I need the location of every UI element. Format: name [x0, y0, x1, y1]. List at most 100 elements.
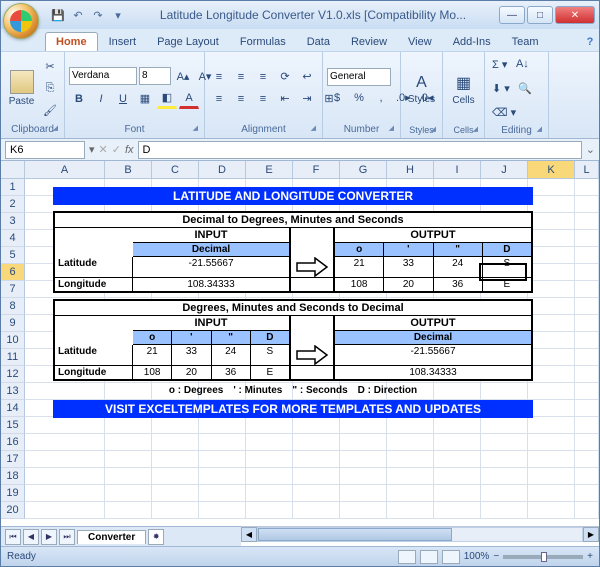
row-8[interactable]: 8: [1, 298, 25, 315]
align-bottom-icon[interactable]: ≡: [253, 67, 273, 87]
tab-view[interactable]: View: [398, 33, 442, 51]
tab-review[interactable]: Review: [341, 33, 397, 51]
col-C[interactable]: C: [152, 161, 199, 179]
row-5[interactable]: 5: [1, 247, 25, 264]
col-E[interactable]: E: [246, 161, 293, 179]
save-icon[interactable]: 💾: [49, 6, 67, 24]
row-6[interactable]: 6: [1, 264, 25, 281]
currency-icon[interactable]: $: [327, 88, 347, 108]
zoom-level[interactable]: 100%: [464, 551, 490, 562]
zoom-out-icon[interactable]: −: [493, 551, 499, 562]
col-A[interactable]: A: [25, 161, 105, 179]
col-J[interactable]: J: [481, 161, 528, 179]
row-20[interactable]: 20: [1, 502, 25, 519]
indent-left-icon[interactable]: ⇤: [275, 89, 295, 109]
b2-lon-input[interactable]: 108 20 36 E: [133, 366, 291, 379]
sheet-tab-converter[interactable]: Converter: [77, 530, 146, 544]
tab-page-layout[interactable]: Page Layout: [147, 33, 229, 51]
tab-data[interactable]: Data: [297, 33, 340, 51]
col-B[interactable]: B: [105, 161, 152, 179]
indent-right-icon[interactable]: ⇥: [297, 89, 317, 109]
new-sheet-icon[interactable]: ✸: [148, 529, 164, 545]
font-size-combo[interactable]: 8: [139, 67, 171, 85]
formula-bar[interactable]: [138, 141, 582, 159]
fx-icon[interactable]: fx: [125, 144, 134, 156]
tab-addins[interactable]: Add-Ins: [443, 33, 501, 51]
prev-sheet-icon[interactable]: ◀: [23, 529, 39, 545]
first-sheet-icon[interactable]: ⏮: [5, 529, 21, 545]
italic-button[interactable]: I: [91, 89, 111, 109]
row-1[interactable]: 1: [1, 179, 25, 196]
b2-lat-input[interactable]: 21 33 24 S: [133, 345, 291, 365]
scroll-right-icon[interactable]: ▶: [583, 527, 599, 542]
minimize-button[interactable]: —: [499, 6, 525, 24]
b1-lat-input[interactable]: -21.55667: [133, 257, 291, 277]
row-3[interactable]: 3: [1, 213, 25, 230]
help-icon[interactable]: ?: [581, 33, 599, 51]
paste-button[interactable]: Paste: [5, 59, 38, 119]
row-18[interactable]: 18: [1, 468, 25, 485]
last-sheet-icon[interactable]: ⏭: [59, 529, 75, 545]
tab-home[interactable]: Home: [45, 32, 98, 51]
next-sheet-icon[interactable]: ▶: [41, 529, 57, 545]
row-2[interactable]: 2: [1, 196, 25, 213]
row-4[interactable]: 4: [1, 230, 25, 247]
view-layout-icon[interactable]: [420, 550, 438, 564]
row-14[interactable]: 14: [1, 400, 25, 417]
row-7[interactable]: 7: [1, 281, 25, 298]
row-9[interactable]: 9: [1, 315, 25, 332]
select-all-corner[interactable]: [1, 161, 25, 179]
border-icon[interactable]: ▦: [135, 89, 155, 109]
cut-icon[interactable]: ✂: [40, 57, 60, 77]
close-button[interactable]: ✕: [555, 6, 595, 24]
fill-color-icon[interactable]: ◧: [157, 89, 177, 109]
align-top-icon[interactable]: ≡: [209, 67, 229, 87]
col-L[interactable]: L: [575, 161, 599, 179]
office-button[interactable]: [3, 3, 39, 39]
scroll-left-icon[interactable]: ◀: [241, 527, 257, 542]
align-center-icon[interactable]: ≡: [231, 89, 251, 109]
clear-icon[interactable]: ⌫ ▾: [489, 102, 519, 122]
cells-button[interactable]: ▦ Cells: [447, 59, 480, 119]
tab-formulas[interactable]: Formulas: [230, 33, 296, 51]
name-box[interactable]: K6: [5, 141, 85, 159]
copy-icon[interactable]: ⎘: [40, 79, 60, 99]
namebox-dropdown-icon[interactable]: ▾: [89, 143, 95, 156]
cancel-formula-icon[interactable]: ✕: [99, 143, 108, 156]
row-10[interactable]: 10: [1, 332, 25, 349]
worksheet[interactable]: LATITUDE AND LONGITUDE CONVERTER Decimal…: [25, 179, 599, 526]
row-11[interactable]: 11: [1, 349, 25, 366]
col-H[interactable]: H: [387, 161, 434, 179]
col-K[interactable]: K: [528, 161, 575, 179]
row-15[interactable]: 15: [1, 417, 25, 434]
bold-button[interactable]: B: [69, 89, 89, 109]
horizontal-scrollbar[interactable]: ◀ ▶: [241, 526, 599, 542]
align-left-icon[interactable]: ≡: [209, 89, 229, 109]
row-13[interactable]: 13: [1, 383, 25, 400]
zoom-in-icon[interactable]: +: [587, 551, 593, 562]
undo-icon[interactable]: ↶: [69, 6, 87, 24]
row-17[interactable]: 17: [1, 451, 25, 468]
font-name-combo[interactable]: Verdana: [69, 67, 137, 85]
col-F[interactable]: F: [293, 161, 340, 179]
view-normal-icon[interactable]: [398, 550, 416, 564]
col-G[interactable]: G: [340, 161, 387, 179]
comma-icon[interactable]: ,: [371, 88, 391, 108]
fill-icon[interactable]: ⬇ ▾: [489, 78, 513, 98]
font-color-icon[interactable]: A: [179, 89, 199, 109]
col-I[interactable]: I: [434, 161, 481, 179]
zoom-slider[interactable]: [503, 555, 583, 559]
maximize-button[interactable]: □: [527, 6, 553, 24]
col-D[interactable]: D: [199, 161, 246, 179]
sort-icon[interactable]: A↓: [512, 54, 532, 74]
view-break-icon[interactable]: [442, 550, 460, 564]
underline-button[interactable]: U: [113, 89, 133, 109]
find-icon[interactable]: 🔍: [515, 78, 535, 98]
styles-button[interactable]: A Styles: [405, 59, 438, 119]
redo-icon[interactable]: ↷: [89, 6, 107, 24]
tab-team[interactable]: Team: [502, 33, 549, 51]
number-format-combo[interactable]: General: [327, 68, 391, 86]
format-painter-icon[interactable]: 🖌: [40, 101, 60, 121]
tab-insert[interactable]: Insert: [99, 33, 147, 51]
orientation-icon[interactable]: ⟳: [275, 67, 295, 87]
